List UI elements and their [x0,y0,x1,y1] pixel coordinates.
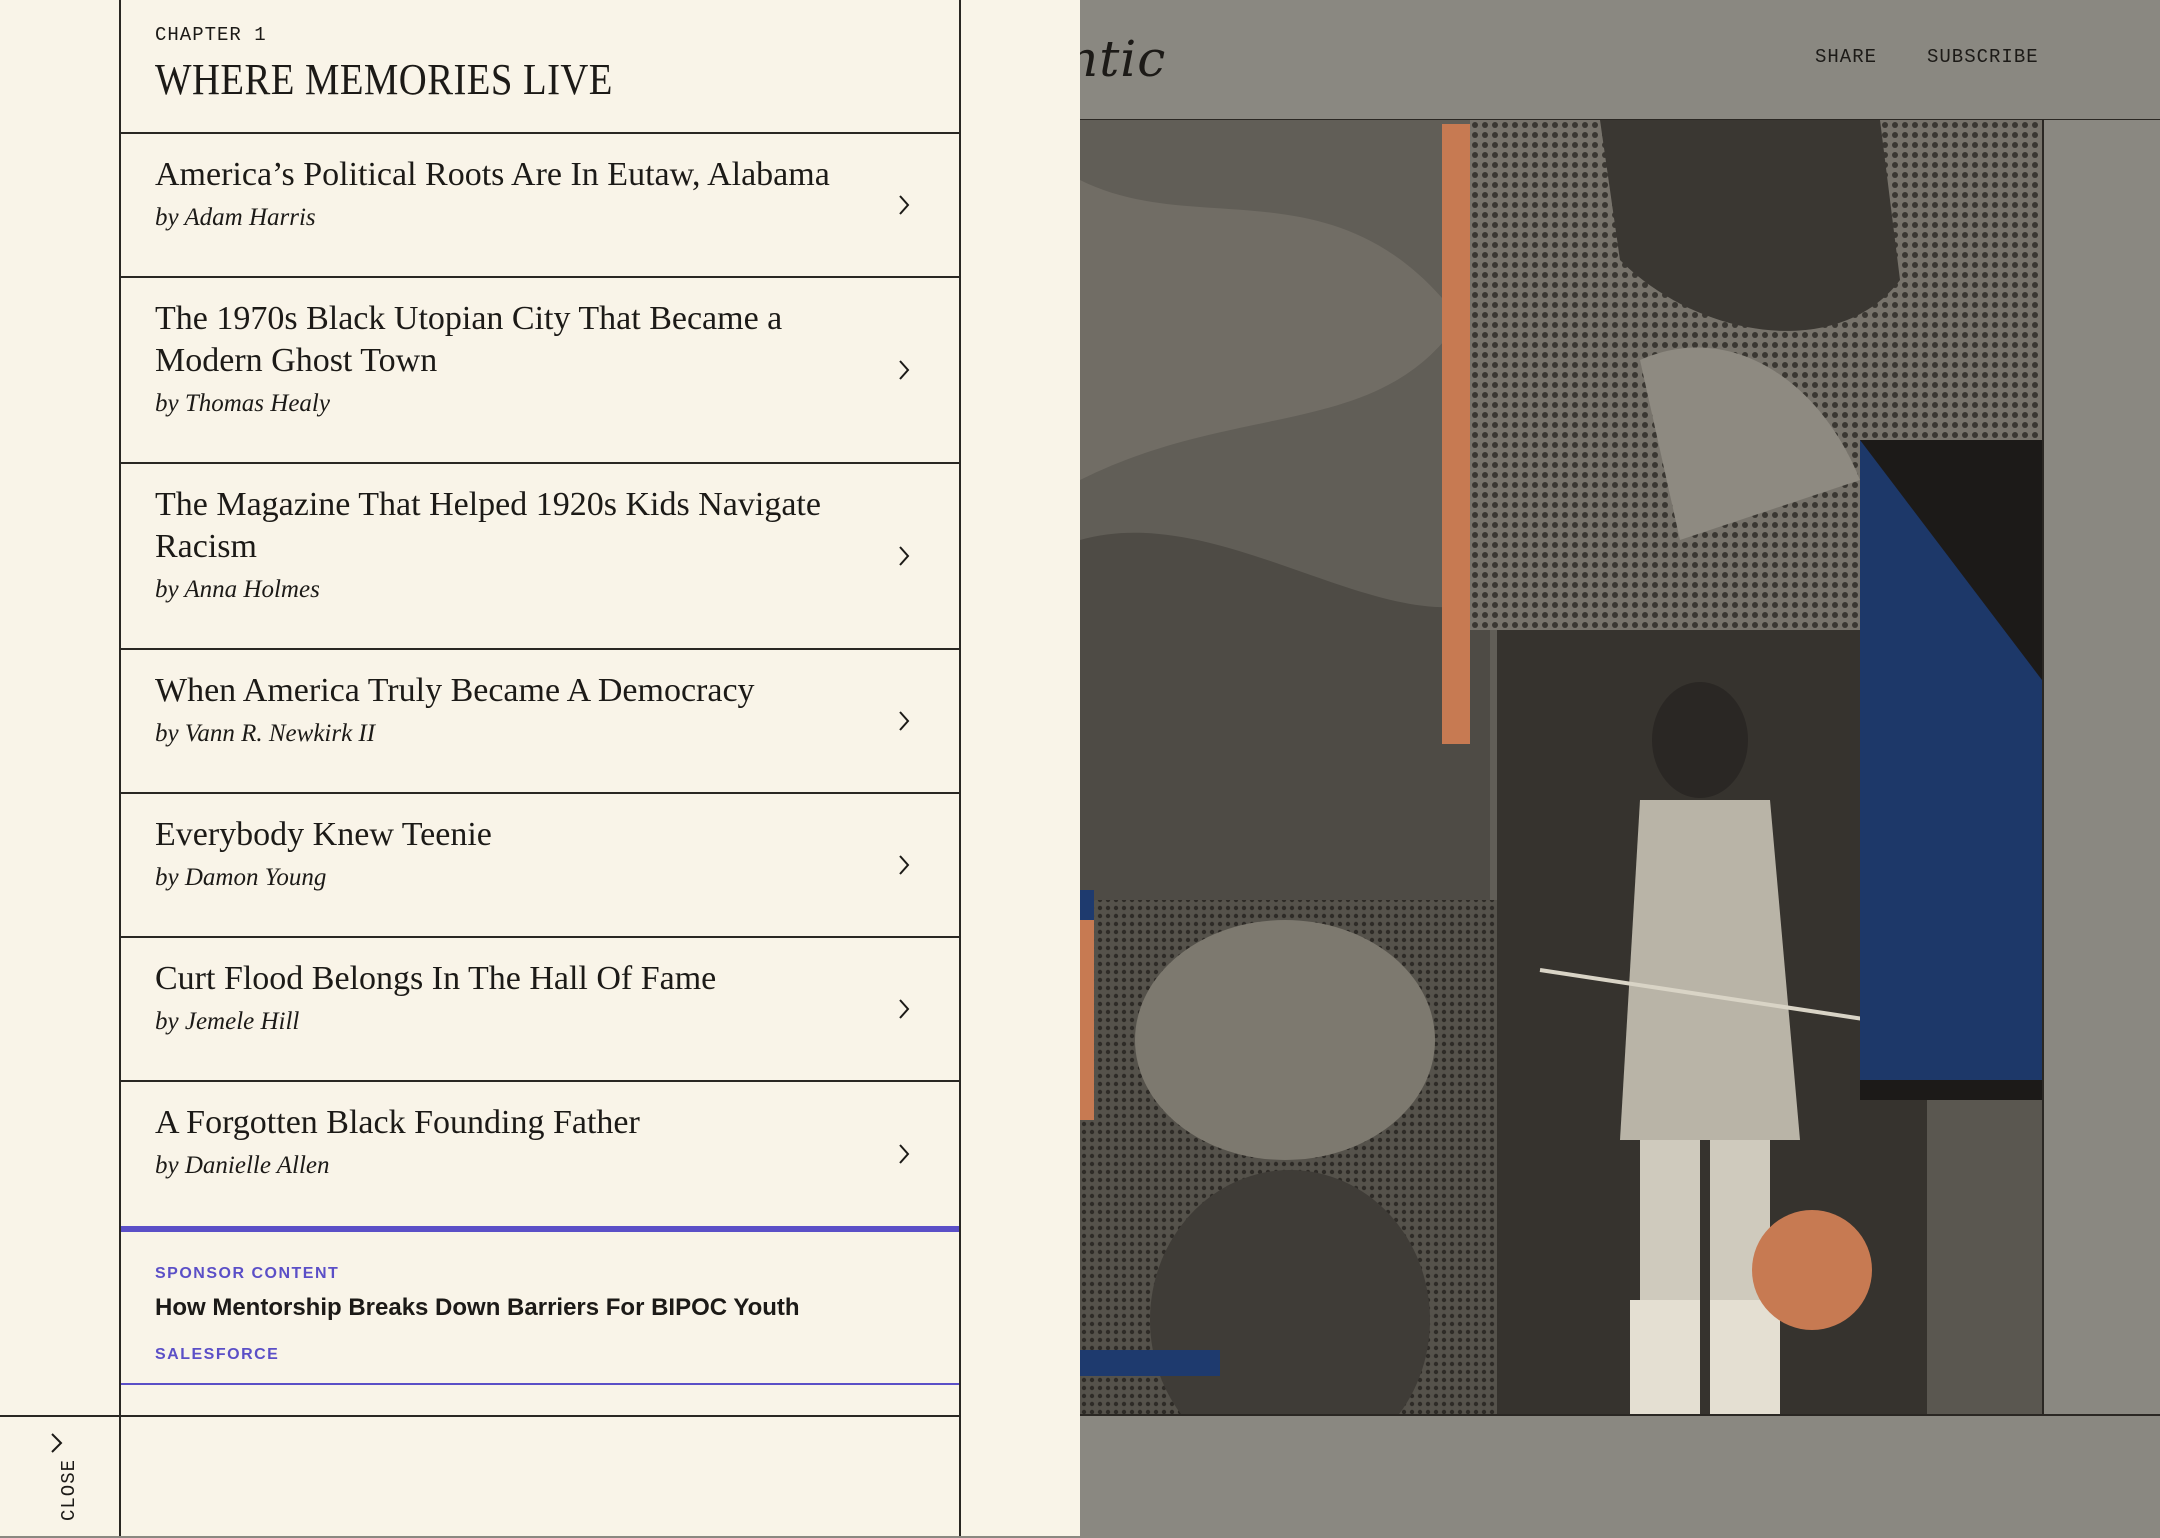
site-logo[interactable]: ntic [1066,30,1166,88]
chevron-right-icon[interactable] [897,359,911,386]
chevron-right-icon[interactable] [49,1432,65,1459]
chevron-right-icon[interactable] [897,710,911,737]
article-title[interactable]: When America Truly Became A Democracy [155,670,839,712]
toc-drawer: CLOSE CHAPTER 1 WHERE MEMORIES LIVE Amer… [0,0,1080,1536]
toc-item[interactable]: Curt Flood Belongs In The Hall Of Fame b… [121,938,959,1082]
chapter-header: CHAPTER 1 WHERE MEMORIES LIVE [121,0,959,134]
toc-item[interactable]: When America Truly Became A Democracy by… [121,650,959,794]
article-byline: by Vann R. Newkirk II [155,720,376,747]
article-title[interactable]: Curt Flood Belongs In The Hall Of Fame [155,958,839,1000]
chevron-right-icon[interactable] [897,545,911,572]
article-byline: by Adam Harris [155,204,316,231]
chevron-right-icon[interactable] [897,998,911,1025]
page-footer-area [1080,1414,2160,1538]
article-byline: by Danielle Allen [155,1152,330,1179]
chapter-label: CHAPTER 1 [155,24,267,46]
sponsor-headline[interactable]: How Mentorship Breaks Down Barriers For … [155,1294,800,1322]
chapter-title: WHERE MEMORIES LIVE [155,55,613,104]
divider [959,0,961,1536]
sponsor-content-card[interactable]: SPONSOR CONTENT How Mentorship Breaks Do… [121,1226,959,1385]
toc-list: CHAPTER 1 WHERE MEMORIES LIVE America’s … [121,0,959,1385]
page-margin [2042,120,2160,1414]
article-title[interactable]: The Magazine That Helped 1920s Kids Navi… [155,484,839,568]
hero-collage-image [1080,120,2042,1414]
chevron-right-icon[interactable] [897,1143,911,1170]
chevron-right-icon[interactable] [897,854,911,881]
toc-item[interactable]: The Magazine That Helped 1920s Kids Navi… [121,464,959,650]
sponsor-brand: SALESFORCE [155,1346,280,1363]
article-title[interactable]: A Forgotten Black Founding Father [155,1102,839,1144]
chevron-right-icon[interactable] [897,194,911,221]
share-button[interactable]: SHARE [1815,46,1877,68]
toc-item[interactable]: Everybody Knew Teenie by Damon Young [121,794,959,938]
toc-item[interactable]: America’s Political Roots Are In Eutaw, … [121,134,959,278]
toc-item[interactable]: A Forgotten Black Founding Father by Dan… [121,1082,959,1226]
toc-item[interactable]: The 1970s Black Utopian City That Became… [121,278,959,464]
collage-illustration [1080,120,2042,1414]
article-byline: by Thomas Healy [155,390,330,417]
subscribe-button[interactable]: SUBSCRIBE [1927,46,2039,68]
close-label[interactable]: CLOSE [58,1459,80,1521]
article-title[interactable]: The 1970s Black Utopian City That Became… [155,298,839,382]
divider [0,1415,961,1417]
sponsor-label: SPONSOR CONTENT [155,1265,340,1282]
article-byline: by Jemele Hill [155,1008,300,1035]
article-byline: by Damon Young [155,864,327,891]
article-title[interactable]: Everybody Knew Teenie [155,814,839,856]
article-title[interactable]: America’s Political Roots Are In Eutaw, … [155,154,839,196]
article-byline: by Anna Holmes [155,576,320,603]
